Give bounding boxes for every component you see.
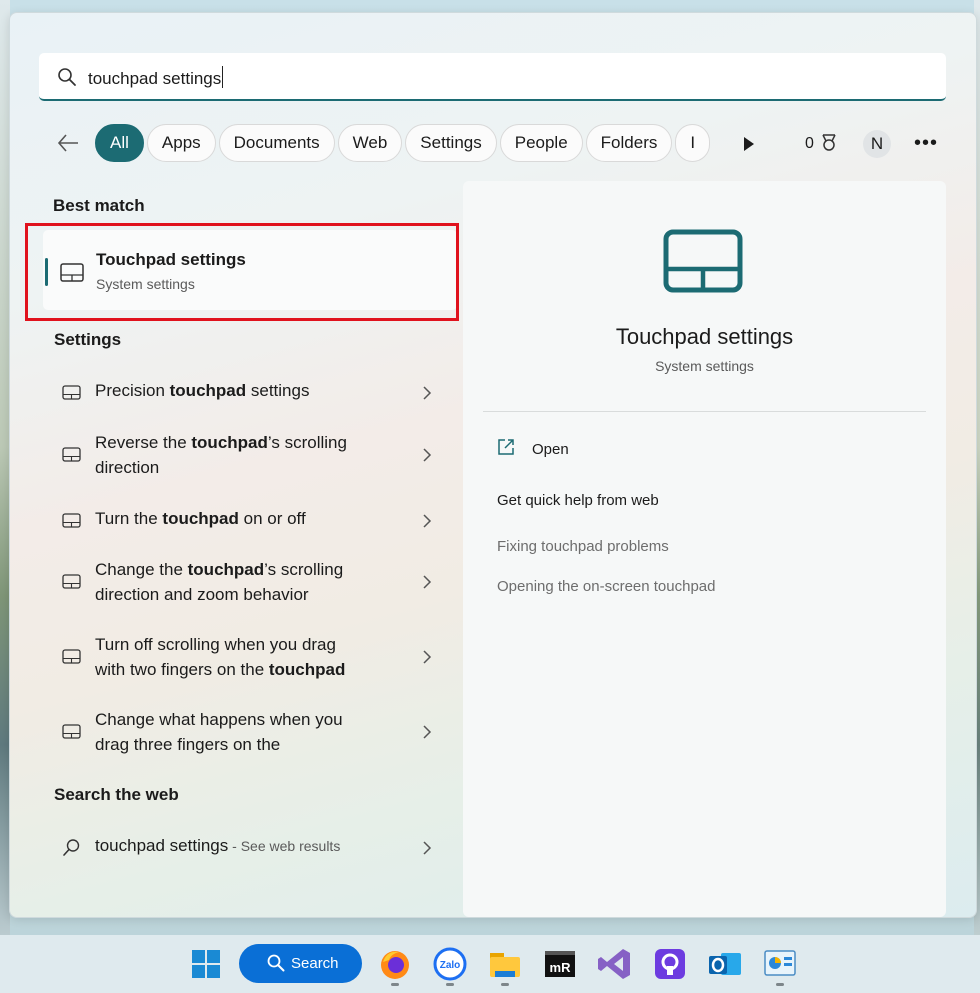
web-search-result[interactable]: touchpad settings - See web results: [50, 828, 440, 868]
open-external-icon: [498, 439, 514, 455]
web-search-label: touchpad settings - See web results: [95, 836, 341, 855]
touchpad-icon: [62, 513, 81, 528]
chevron-right-icon: [423, 575, 432, 589]
chevron-right-icon: [423, 650, 432, 664]
red-highlight-box: [25, 223, 459, 321]
chevron-right-icon: [423, 841, 432, 855]
settings-result-label: Reverse the touchpad’s scrolling directio…: [95, 433, 347, 477]
search-input[interactable]: touchpad settings: [88, 66, 224, 89]
touchpad-icon: [62, 649, 81, 664]
filter-settings[interactable]: Settings: [405, 124, 497, 162]
filter-all[interactable]: All: [95, 124, 144, 162]
running-indicator: [776, 983, 784, 986]
search-box[interactable]: touchpad settings: [39, 53, 946, 101]
details-divider: [483, 411, 926, 412]
filter-folders[interactable]: Folders: [585, 124, 673, 162]
help-link[interactable]: Opening the on-screen touchpad: [497, 578, 716, 595]
filter-people[interactable]: People: [499, 124, 583, 162]
chevron-right-icon: [423, 725, 432, 739]
settings-result-label: Turn off scrolling when you drag with two…: [95, 635, 346, 679]
taskbar: Zalo mR: [0, 935, 980, 993]
svg-text:Zalo: Zalo: [440, 960, 461, 971]
best-match-heading: Best match: [53, 196, 145, 215]
running-indicator: [501, 983, 509, 986]
touchpad-icon: [62, 724, 81, 739]
details-pane: Touchpad settings System settings Open G…: [463, 181, 946, 917]
filter-apps[interactable]: Apps: [146, 124, 216, 162]
start-search-panel: touchpad settings All Apps Documents Web Set…: [9, 12, 977, 918]
filter-documents[interactable]: Documents: [218, 124, 335, 162]
chevron-right-icon: [423, 448, 432, 462]
back-arrow-icon[interactable]: [56, 131, 80, 155]
settings-result-item[interactable]: Turn the touchpad on or off: [50, 501, 440, 541]
settings-result-label: Change what happens when you drag three f…: [95, 710, 343, 754]
settings-result-item[interactable]: Change the touchpad’s scrolling direction…: [50, 552, 440, 612]
filter-chips: All Apps Documents Web Settings People Folders…: [95, 124, 717, 164]
search-web-heading: Search the web: [54, 785, 179, 804]
chevron-right-icon: [423, 386, 432, 400]
touchpad-large-icon: [663, 229, 743, 293]
settings-result-label: Change the touchpad’s scrolling direction…: [95, 560, 344, 604]
running-indicator: [446, 983, 454, 986]
running-indicator: [391, 983, 399, 986]
mremoteng-icon[interactable]: mR: [540, 944, 580, 984]
search-icon: [267, 954, 285, 972]
settings-result-item[interactable]: Change what happens when you drag three f…: [50, 702, 440, 762]
chevron-right-icon: [423, 514, 432, 528]
touchpad-icon: [62, 574, 81, 589]
filter-web[interactable]: Web: [337, 124, 403, 162]
search-icon: [58, 68, 76, 86]
help-link[interactable]: Fixing touchpad problems: [497, 538, 669, 555]
more-options-icon[interactable]: •••: [914, 132, 938, 155]
rewards-trophy-icon[interactable]: [819, 133, 839, 153]
rewards-points: 0: [805, 135, 814, 152]
settings-result-label: Turn the touchpad on or off: [95, 509, 306, 528]
taskbar-search-button[interactable]: Search: [239, 944, 362, 983]
scroll-filters-play-icon[interactable]: [744, 137, 754, 151]
proton-pass-icon[interactable]: [650, 944, 690, 984]
settings-result-label: Precision touchpad settings: [95, 381, 310, 400]
settings-result-item[interactable]: Precision touchpad settings: [50, 373, 440, 413]
outlook-icon[interactable]: [705, 944, 745, 984]
text-caret: [222, 66, 224, 88]
details-subtitle: System settings: [655, 358, 754, 374]
file-explorer-icon[interactable]: [485, 944, 525, 984]
user-avatar[interactable]: N: [863, 130, 891, 158]
visual-studio-icon[interactable]: [595, 944, 635, 984]
control-panel-icon[interactable]: [760, 944, 800, 984]
quick-help-heading: Get quick help from web: [497, 492, 659, 509]
settings-heading: Settings: [54, 330, 122, 349]
search-icon: [63, 839, 80, 856]
details-title: Touchpad settings: [615, 324, 794, 349]
zalo-icon[interactable]: Zalo: [430, 944, 470, 984]
filter-more-truncated[interactable]: I: [675, 124, 711, 162]
open-label: Open: [532, 441, 569, 458]
windows-start-icon[interactable]: [186, 944, 226, 984]
touchpad-icon: [62, 447, 81, 462]
taskbar-search-label: Search: [291, 955, 339, 972]
firefox-icon[interactable]: [375, 944, 415, 984]
svg-text:mR: mR: [550, 960, 572, 975]
settings-result-item[interactable]: Reverse the touchpad’s scrolling directio…: [50, 425, 440, 485]
touchpad-icon: [62, 385, 81, 400]
settings-result-item[interactable]: Turn off scrolling when you drag with two…: [50, 627, 440, 687]
